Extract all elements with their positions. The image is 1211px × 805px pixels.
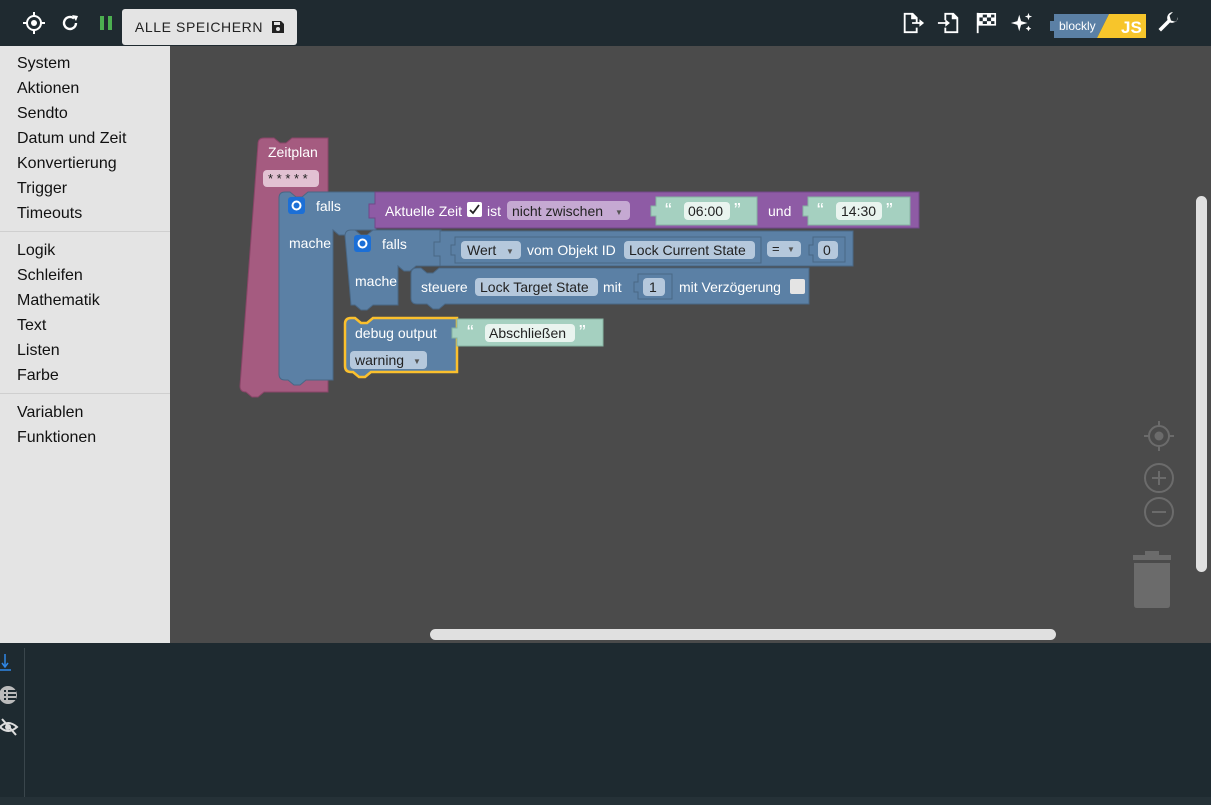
vertical-scrollbar[interactable]	[1196, 196, 1207, 572]
debug-label: debug output	[355, 325, 437, 341]
trash-icon[interactable]	[1129, 551, 1175, 614]
dropdown-arrow-icon: ▼	[787, 245, 795, 254]
clear-log-icon[interactable]	[0, 684, 20, 706]
time-checkbox[interactable]	[467, 202, 482, 217]
toolbox-sidebar: System Aktionen Sendto Datum und Zeit Ko…	[0, 46, 170, 643]
time-from-value: 06:00	[688, 203, 723, 219]
current-time-label: Aktuelle Zeit	[385, 203, 462, 219]
category-lists[interactable]: Listen	[0, 338, 170, 363]
category-timeouts[interactable]: Timeouts	[0, 201, 170, 226]
scroll-down-icon[interactable]	[0, 651, 20, 673]
dropdown-arrow-icon: ▼	[506, 247, 514, 256]
refresh-icon[interactable]	[58, 11, 82, 35]
if1-label: falls	[316, 198, 341, 214]
save-all-button[interactable]: ALLE SPEICHERN	[122, 9, 297, 45]
delay-label: mit Verzögerung	[679, 279, 781, 295]
logo-blockly-text: blockly	[1059, 19, 1096, 33]
blockly-workspace[interactable]: Zeitplan * * * * * falls mache Aktuelle …	[170, 46, 1211, 643]
eye-off-icon[interactable]	[0, 716, 20, 738]
text-block-from[interactable]: “ 06:00 ”	[650, 196, 758, 226]
category-math[interactable]: Mathematik	[0, 288, 170, 313]
floppy-icon	[272, 21, 285, 33]
debug-text-value: Abschließen	[489, 325, 566, 341]
debug-output-block[interactable]: debug output warning ▼ “ Abschließen ”	[343, 316, 604, 379]
category-loops[interactable]: Schleifen	[0, 263, 170, 288]
debug-level-value: warning	[354, 352, 404, 368]
gear-icon[interactable]	[354, 235, 371, 252]
checkered-flag-icon[interactable]	[974, 11, 998, 35]
is-label: ist	[487, 203, 501, 219]
quote-close-icon: ”	[734, 200, 741, 222]
object-label: vom Objekt ID	[527, 242, 616, 258]
import-icon[interactable]	[937, 11, 961, 35]
category-system[interactable]: System	[0, 51, 170, 76]
control-target-value: Lock Target State	[480, 279, 589, 295]
if2-label: falls	[382, 236, 407, 252]
time-compare-block[interactable]: Aktuelle Zeit ist nicht zwischen ▼ “ 06:…	[368, 191, 920, 229]
save-all-label: ALLE SPEICHERN	[134, 19, 264, 35]
compare-block[interactable]: Wert ▼ vom Objekt ID Lock Current State …	[433, 230, 854, 267]
category-conversion[interactable]: Konvertierung	[0, 151, 170, 176]
do1-label: mache	[289, 235, 331, 251]
toolbox-separator	[0, 393, 170, 394]
zoom-out-icon[interactable]	[1143, 496, 1175, 533]
equals-op-value: =	[772, 241, 780, 256]
quote-close-icon: ”	[886, 200, 893, 222]
wrench-icon[interactable]	[1157, 11, 1181, 35]
dropdown-arrow-icon: ▼	[615, 208, 623, 217]
target-icon[interactable]	[22, 11, 46, 35]
gear-icon[interactable]	[288, 197, 305, 214]
quote-close-icon: ”	[579, 322, 586, 344]
schedule-label: Zeitplan	[268, 144, 318, 160]
quote-open-icon: “	[665, 200, 672, 222]
object-id-value: Lock Current State	[629, 242, 746, 258]
category-date-time[interactable]: Datum und Zeit	[0, 126, 170, 151]
text-block-to[interactable]: “ 14:30 ”	[802, 196, 911, 226]
category-sendto[interactable]: Sendto	[0, 101, 170, 126]
top-toolbar: ALLE SPEICHERN blockly JS	[0, 0, 1211, 46]
sparkle-icon[interactable]	[1010, 11, 1034, 35]
quote-open-icon: “	[817, 200, 824, 222]
blockly-js-logo: blockly JS	[1046, 14, 1146, 40]
text-block-debug[interactable]: “ Abschließen ”	[451, 318, 604, 347]
log-panel-divider	[24, 648, 25, 798]
control-value: 1	[649, 279, 657, 295]
cron-value: * * * * *	[268, 171, 308, 186]
category-variables[interactable]: Variablen	[0, 400, 170, 425]
category-color[interactable]: Farbe	[0, 363, 170, 388]
and-label: und	[768, 203, 791, 219]
category-logic[interactable]: Logik	[0, 238, 170, 263]
logo-js-text: JS	[1121, 18, 1142, 37]
zoom-in-icon[interactable]	[1143, 462, 1175, 499]
do2-label: mache	[355, 273, 397, 289]
delay-checkbox[interactable]	[790, 279, 805, 294]
value-dropdown-value: Wert	[467, 242, 496, 258]
category-functions[interactable]: Funktionen	[0, 425, 170, 450]
horizontal-scrollbar[interactable]	[430, 629, 1056, 640]
category-trigger[interactable]: Trigger	[0, 176, 170, 201]
control-label: steuere	[421, 279, 468, 295]
dropdown-arrow-icon: ▼	[413, 357, 421, 366]
log-panel	[0, 643, 1211, 805]
center-target-icon[interactable]	[1143, 420, 1175, 457]
with-label: mit	[603, 279, 622, 295]
export-icon[interactable]	[901, 11, 925, 35]
category-text[interactable]: Text	[0, 313, 170, 338]
category-actions[interactable]: Aktionen	[0, 76, 170, 101]
compare-op-value: nicht zwischen	[512, 203, 603, 219]
log-panel-footer	[0, 797, 1211, 805]
pause-icon[interactable]	[94, 11, 118, 35]
control-block[interactable]: steuere Lock Target State mit 1 mit Verz…	[410, 267, 810, 310]
equals-value: 0	[823, 242, 831, 258]
quote-open-icon: “	[467, 322, 474, 344]
time-to-value: 14:30	[841, 203, 876, 219]
toolbox-separator	[0, 231, 170, 232]
